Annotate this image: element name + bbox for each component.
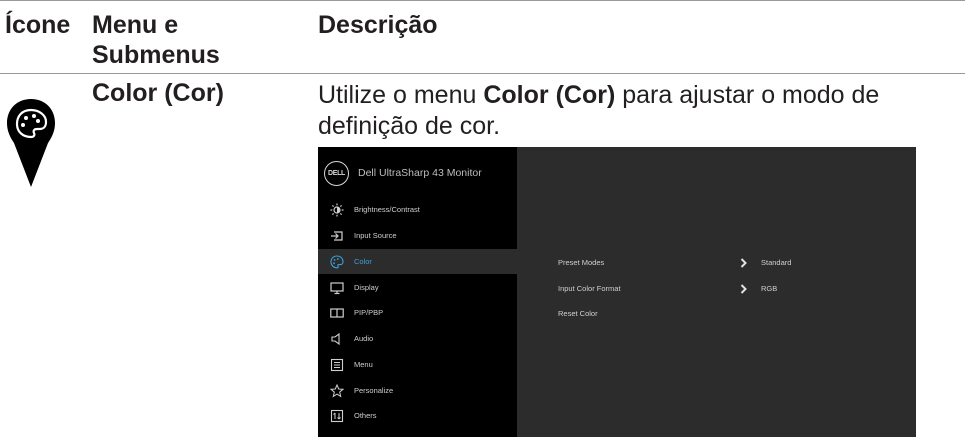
osd-menu-label: PIP/PBP — [354, 308, 384, 317]
color-icon — [330, 254, 344, 269]
others-icon — [330, 409, 344, 423]
osd-menu-label: Display — [354, 283, 379, 292]
audio-icon — [330, 332, 344, 346]
description-bold: Color (Cor) — [483, 81, 616, 109]
osd-menu-item-input-source[interactable]: Input Source — [318, 223, 517, 248]
chevron-right-icon — [740, 258, 747, 268]
osd-screenshot: DELL Dell UltraSharp 43 Monitor Brightne… — [318, 147, 916, 437]
osd-sidebar: DELL Dell UltraSharp 43 Monitor Brightne… — [318, 147, 517, 437]
osd-menu-item-brightness[interactable]: Brightness/Contrast — [318, 197, 517, 222]
header-menu-line2: Submenus — [92, 41, 220, 69]
header-description-col: Descrição — [318, 11, 438, 39]
submenu-value: Standard — [761, 258, 792, 267]
star-icon — [330, 383, 344, 398]
description-text: Utilize o menu Color (Cor) para ajustar … — [318, 80, 879, 142]
osd-menu-item-personalize[interactable]: Personalize — [318, 378, 517, 403]
input-source-icon — [330, 229, 344, 243]
dell-logo: DELL — [324, 160, 349, 186]
osd-menu-label: Color — [354, 257, 372, 266]
osd-menu-item-color[interactable]: Color — [318, 249, 517, 274]
osd-menu-label: Personalize — [354, 386, 394, 395]
osd-menu-label: Audio — [354, 334, 374, 343]
osd-menu-label: Brightness/Contrast — [354, 205, 420, 214]
submenu-label: Input Color Format — [558, 284, 621, 293]
submenu-value: RGB — [761, 284, 778, 293]
osd-menu-label: Menu — [354, 360, 373, 369]
osd-submenu-panel: Preset Modes Standard Input Color Format… — [517, 147, 916, 437]
top-rule — [0, 0, 965, 1]
submenu-label: Reset Color — [558, 309, 598, 318]
menu-icon — [330, 358, 344, 372]
osd-title-bar: DELL Dell UltraSharp 43 Monitor — [324, 159, 482, 187]
header-menu-line1: Menu e — [92, 11, 179, 39]
display-icon — [330, 281, 344, 295]
description-line1: Utilize o menu Color (Cor) para ajustar … — [318, 81, 880, 109]
color-palette-pin-icon — [7, 99, 55, 187]
osd-menu-item-display[interactable]: Display — [318, 275, 517, 300]
submenu-label: Preset Modes — [558, 258, 605, 267]
osd-menu-item-audio[interactable]: Audio — [318, 326, 517, 351]
osd-title: Dell UltraSharp 43 Monitor — [358, 167, 482, 179]
description-line2: definição de cor. — [318, 112, 501, 140]
header-rule — [0, 73, 965, 74]
header-icon-col: Ícone — [5, 11, 71, 39]
header-menu-col: Menu e Submenus — [92, 10, 220, 70]
brightness-icon — [330, 203, 344, 217]
osd-menu-label: Others — [354, 411, 377, 420]
osd-menu-item-others[interactable]: Others — [318, 403, 517, 428]
osd-menu-item-pip-pbp[interactable]: PIP/PBP — [318, 300, 517, 325]
menu-name: Color (Cor) — [92, 79, 224, 107]
osd-menu-label: Input Source — [354, 231, 397, 240]
osd-menu-item-menu[interactable]: Menu — [318, 352, 517, 377]
chevron-right-icon — [740, 284, 747, 294]
pip-pbp-icon — [330, 306, 344, 320]
